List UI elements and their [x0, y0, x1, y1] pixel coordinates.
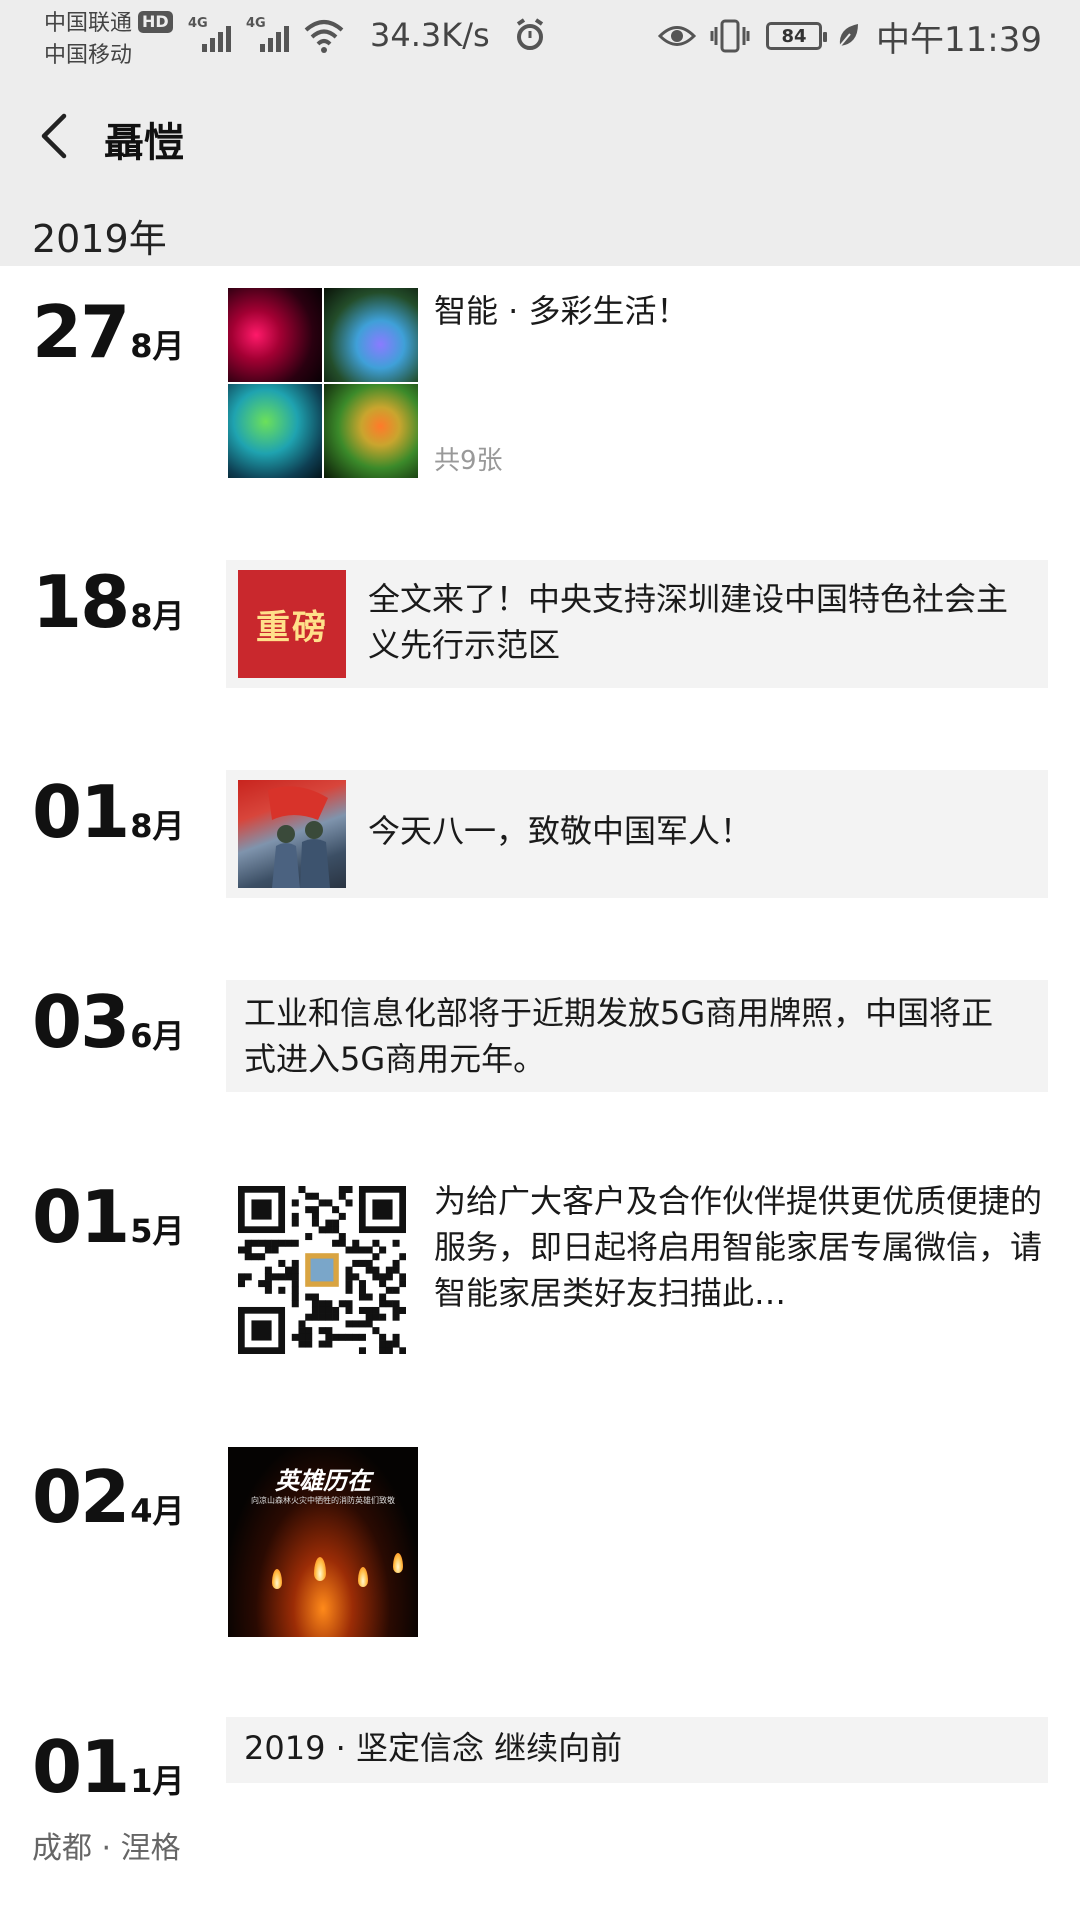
post-date: 011月 [32, 1725, 184, 1809]
moment-post[interactable]: 011月 成都 · 涅格 2019 · 坚定信念 继续向前 [0, 1715, 1080, 1920]
text-post-card[interactable]: 2019 · 坚定信念 继续向前 [226, 1717, 1048, 1783]
eye-icon [658, 26, 697, 46]
signal-group: 4G 4G [188, 14, 362, 54]
qr-code-image[interactable] [238, 1186, 407, 1355]
article-thumbnail [238, 780, 346, 888]
date-month: 8月 [130, 597, 185, 635]
photo-thumbnail[interactable] [228, 288, 322, 382]
hd-badge: HD [138, 11, 173, 33]
photo-grid[interactable] [228, 288, 418, 478]
date-day: 03 [32, 980, 130, 1064]
wifi-icon [304, 20, 344, 53]
shared-article-card[interactable]: 重磅 全文来了！中央支持深圳建设中国特色社会主义先行示范区 [226, 560, 1048, 688]
carrier-info: 中国联通 HD 中国移动 [44, 8, 173, 72]
article-title: 全文来了！中央支持深圳建设中国特色社会主义先行示范区 [368, 580, 1009, 664]
leaf-icon [839, 24, 859, 47]
post-date: 015月 [32, 1175, 184, 1259]
post-date: 036月 [32, 980, 184, 1064]
back-button[interactable] [28, 106, 88, 166]
text-post-card[interactable]: 工业和信息化部将于近期发放5G商用牌照，中国将正式进入5G商用元年。 [226, 980, 1048, 1092]
post-date: 018月 [32, 770, 184, 854]
date-month: 8月 [130, 807, 185, 845]
chevron-left-icon [41, 113, 67, 159]
photo-thumbnail[interactable] [324, 384, 418, 478]
net-speed: 34.3K/s [370, 16, 490, 54]
soldiers-image [268, 786, 330, 888]
carrier-2: 中国移动 [44, 43, 133, 68]
post-date: 024月 [32, 1455, 184, 1539]
thumbnail-text: 重磅 [256, 607, 328, 648]
moment-post[interactable]: 024月 英雄历在 向凉山森林火灾中牺牲的消防英雄们致敬 [0, 1445, 1080, 1640]
date-month: 1月 [130, 1762, 185, 1800]
date-day: 02 [32, 1455, 130, 1539]
post-date: 278月 [32, 290, 184, 374]
date-day: 27 [32, 290, 130, 374]
image-subtitle: 向凉山森林火灾中牺牲的消防英雄们致敬 [251, 1496, 395, 1505]
candle-flame [358, 1567, 368, 1587]
date-month: 4月 [130, 1492, 185, 1530]
date-month: 6月 [130, 1017, 185, 1055]
moment-post[interactable]: 188月 重磅 全文来了！中央支持深圳建设中国特色社会主义先行示范区 [0, 555, 1080, 688]
moment-post[interactable]: 278月 智能 · 多彩生活！ 共9张 [0, 280, 1080, 490]
clock: 中午11:39 [876, 19, 1042, 60]
status-right: 84 中午11:39 [644, 14, 1042, 60]
photo-thumbnail[interactable] [228, 384, 322, 478]
shared-article-card[interactable]: 今天八一，致敬中国军人！ [226, 770, 1048, 898]
candle-flame [314, 1557, 326, 1581]
memorial-image[interactable]: 英雄历在 向凉山森林火灾中牺牲的消防英雄们致敬 [228, 1447, 418, 1637]
candle-flame [393, 1553, 403, 1573]
date-month: 8月 [130, 327, 185, 365]
moment-post[interactable]: 018月 今天八一，致敬中国军人！ [0, 765, 1080, 898]
article-title: 今天八一，致敬中国军人！ [368, 812, 753, 850]
post-text: 2019 · 坚定信念 继续向前 [244, 1729, 623, 1767]
photo-thumbnail[interactable] [324, 288, 418, 382]
photo-count: 共9张 [434, 446, 503, 476]
vibrate-icon [710, 19, 750, 53]
moment-post[interactable]: 015月 为给广大客户及合作伙伴提供更优质便捷的服务，即日起将启用智能家居专属微… [0, 1170, 1080, 1360]
year-label: 2019年 [32, 217, 167, 261]
post-location[interactable]: 成都 · 涅格 [32, 1827, 192, 1871]
date-day: 01 [32, 1725, 130, 1809]
post-text: 为给广大客户及合作伙伴提供更优质便捷的服务，即日起将启用智能家居专属微信，请智能… [434, 1182, 1043, 1312]
date-day: 01 [32, 770, 130, 854]
qr-code [238, 1186, 407, 1355]
page-title: 聶愷 [104, 120, 184, 166]
date-day: 18 [32, 560, 130, 644]
post-text: 工业和信息化部将于近期发放5G商用牌照，中国将正式进入5G商用元年。 [244, 994, 994, 1078]
carrier-1: 中国联通 [44, 11, 133, 36]
alarm-icon [516, 18, 544, 50]
date-month: 5月 [130, 1212, 185, 1250]
image-title: 英雄历在 [275, 1466, 371, 1495]
signal-icon: 4G [246, 14, 292, 54]
moment-post[interactable]: 036月 工业和信息化部将于近期发放5G商用牌照，中国将正式进入5G商用元年。 [0, 975, 1080, 1095]
status-bar: 中国联通 HD 中国移动 4G 4G 34.3K/s 84 中午11:39 [0, 0, 1080, 80]
post-date: 188月 [32, 560, 184, 644]
year-header: 2019年 [0, 190, 1080, 266]
post-text: 智能 · 多彩生活！ [434, 292, 689, 330]
article-thumbnail: 重磅 [238, 570, 346, 678]
title-bar: 聶愷 [0, 80, 1080, 190]
signal-icon: 4G [188, 14, 234, 54]
candle-flame [272, 1569, 282, 1589]
date-day: 01 [32, 1175, 130, 1259]
battery-icon: 84 [766, 22, 828, 50]
